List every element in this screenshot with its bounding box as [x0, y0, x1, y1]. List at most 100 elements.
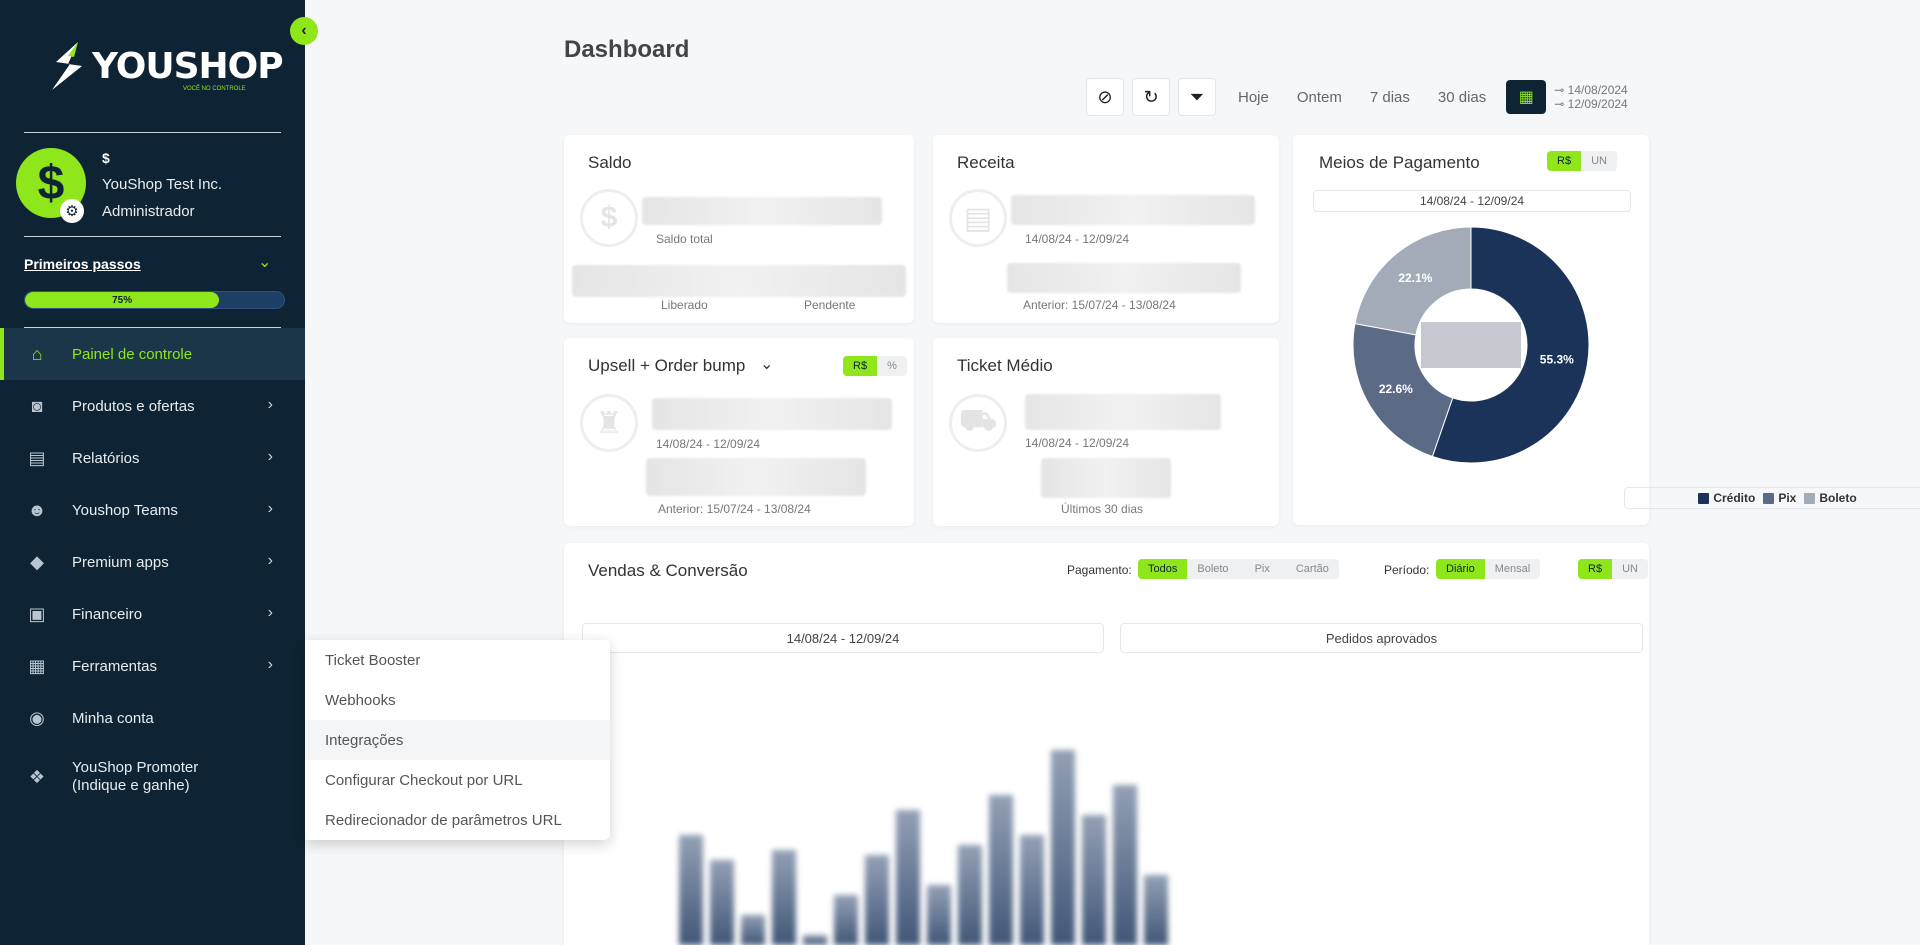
periodo-filter: Diário Mensal [1436, 559, 1541, 579]
sales-bar [1051, 750, 1075, 945]
range-ontem[interactable]: Ontem [1297, 89, 1342, 106]
filter-icon: ⏷ [1189, 86, 1205, 107]
toggle-rs[interactable]: R$ [1547, 151, 1582, 171]
filter-pix[interactable]: Pix [1239, 559, 1286, 579]
bag-icon: ♜ [580, 394, 638, 452]
pagamento-label: Pagamento: [1067, 563, 1132, 577]
first-steps-link[interactable]: Primeiros passos [24, 256, 141, 272]
calendar-button[interactable]: ▦ [1506, 80, 1547, 114]
hide-values-button[interactable]: ⊘ [1086, 78, 1124, 116]
donut-label-boleto: 22.1% [1398, 271, 1432, 285]
payment-methods-donut-chart: 55.3% 22.6% 22.1% [1352, 226, 1590, 464]
sidebar-item-teams[interactable]: ☻ Youshop Teams › [0, 484, 305, 536]
hidden-value [1025, 394, 1221, 430]
chevron-right-icon: › [267, 500, 273, 517]
filter-cartao[interactable]: Cartão [1286, 559, 1339, 579]
sidebar-item-premium-apps[interactable]: ◆ Premium apps › [0, 536, 305, 588]
ticket-period: 14/08/24 - 12/09/24 [1025, 436, 1130, 450]
card-title: Vendas & Conversão [588, 561, 748, 580]
sidebar-item-ferramentas[interactable]: ▦ Ferramentas › [0, 640, 305, 692]
sidebar-item-label: Youshop Teams [72, 501, 178, 519]
promoter-label: YouShop Promoter [72, 759, 199, 776]
gift-icon: ❖ [28, 767, 46, 787]
filter-button[interactable]: ⏷ [1178, 78, 1216, 116]
hidden-value [1011, 195, 1255, 225]
shopping-bag-icon: ◙ [31, 395, 43, 416]
sidebar-item-painel[interactable]: ⌂ Painel de controle [0, 328, 305, 380]
meios-period: 14/08/24 - 12/09/24 [1313, 190, 1631, 212]
range-7-dias[interactable]: 7 dias [1370, 89, 1410, 106]
toggle-rs[interactable]: R$ [843, 356, 878, 376]
sidebar-item-label: Financeiro [72, 605, 143, 623]
card-vendas-conversao: Vendas & Conversão Pagamento: Todos Bole… [564, 543, 1649, 945]
home-icon: ⌂ [31, 343, 43, 364]
hidden-value [652, 398, 892, 430]
date-range[interactable]: ⊸ 14/08/2024 ⊸ 12/09/2024 [1554, 83, 1627, 111]
user-company: YouShop Test Inc. [102, 176, 223, 193]
receita-period: 14/08/24 - 12/09/24 [1025, 232, 1130, 246]
range-hoje[interactable]: Hoje [1238, 89, 1269, 106]
sidebar-item-produtos[interactable]: ◙ Produtos e ofertas › [0, 380, 305, 432]
receita-previous: Anterior: 15/07/24 - 13/08/24 [1023, 298, 1176, 312]
gear-icon[interactable]: ⚙ [60, 199, 84, 223]
user-role: Administrador [102, 203, 195, 220]
filter-todos[interactable]: Todos [1138, 559, 1188, 579]
sidebar-item-minha-conta[interactable]: ◉ Minha conta [0, 692, 305, 744]
sales-bar [741, 915, 765, 945]
toggle-rs[interactable]: R$ [1578, 559, 1613, 579]
meios-unit-toggle: R$ UN [1547, 151, 1617, 171]
card-saldo: Saldo $ Saldo total Liberado Pendente [564, 135, 914, 323]
upsell-unit-toggle: R$ % [843, 356, 907, 376]
menu-item-redirecionador[interactable]: Redirecionador de parâmetros URL [305, 800, 610, 840]
range-30-dias[interactable]: 30 dias [1438, 89, 1486, 106]
logo-subtitle: VOCÊ NO CONTROLE [183, 86, 246, 92]
sales-bar [1144, 875, 1168, 945]
grid-icon: ▦ [28, 655, 46, 676]
user-balance-symbol: $ [102, 150, 110, 166]
filter-boleto[interactable]: Boleto [1187, 559, 1238, 579]
sales-bar [896, 810, 920, 945]
legend-credito[interactable]: Crédito [1713, 491, 1755, 505]
toggle-un[interactable]: UN [1581, 151, 1617, 171]
sidebar-item-financeiro[interactable]: ▣ Financeiro › [0, 588, 305, 640]
chevron-down-icon[interactable]: ⌄ [760, 354, 773, 374]
legend-swatch-pix [1763, 492, 1775, 504]
card-title: Saldo [588, 153, 632, 172]
toggle-un[interactable]: UN [1612, 559, 1648, 579]
youshop-logo[interactable]: YOUSHOP [48, 40, 284, 92]
sales-bar [865, 855, 889, 945]
sidebar-item-label: Painel de controle [72, 345, 193, 363]
hidden-value [1007, 263, 1241, 293]
ferramentas-flyout-menu: Ticket Booster Webhooks Integrações Conf… [305, 640, 610, 840]
card-receita: Receita ▤ 14/08/24 - 12/09/24 Anterior: … [933, 135, 1279, 323]
sales-bar [772, 850, 796, 945]
legend-pix[interactable]: Pix [1778, 491, 1796, 505]
card-upsell: Upsell + Order bump ⌄ R$ % ♜ 14/08/24 - … [564, 338, 914, 526]
filter-diario[interactable]: Diário [1436, 559, 1485, 579]
chevron-right-icon: › [267, 448, 273, 465]
menu-item-ticket-booster[interactable]: Ticket Booster [305, 640, 610, 680]
menu-item-integracoes[interactable]: Integrações [305, 720, 610, 760]
sales-bar [834, 895, 858, 945]
legend-swatch-boleto [1804, 492, 1816, 504]
legend-boleto[interactable]: Boleto [1819, 491, 1856, 505]
chart-legend: Crédito Pix Boleto [1624, 487, 1920, 509]
refresh-icon: ↻ [1143, 86, 1159, 107]
sales-bar [958, 845, 982, 945]
refresh-button[interactable]: ↻ [1132, 78, 1170, 116]
pedidos-aprovados: Pedidos aprovados [1120, 623, 1643, 653]
menu-item-configurar-checkout[interactable]: Configurar Checkout por URL [305, 760, 610, 800]
filter-mensal[interactable]: Mensal [1485, 559, 1540, 579]
sales-bar [1082, 815, 1106, 945]
donut-label-crédito: 55.3% [1540, 352, 1574, 366]
hidden-value [646, 458, 866, 496]
collapse-sidebar-button[interactable]: ‹ [290, 17, 318, 45]
toggle-percent[interactable]: % [877, 356, 907, 376]
promoter-sublabel: (Indique e ganhe) [72, 777, 190, 794]
chevron-right-icon: › [267, 396, 273, 413]
sidebar-item-relatorios[interactable]: ▤ Relatórios › [0, 432, 305, 484]
menu-item-webhooks[interactable]: Webhooks [305, 680, 610, 720]
chevron-down-icon[interactable]: ⌄ [258, 252, 271, 272]
sales-bar [1113, 785, 1137, 945]
sidebar-item-promoter[interactable]: ❖ YouShop Promoter (Indique e ganhe) [0, 744, 305, 810]
